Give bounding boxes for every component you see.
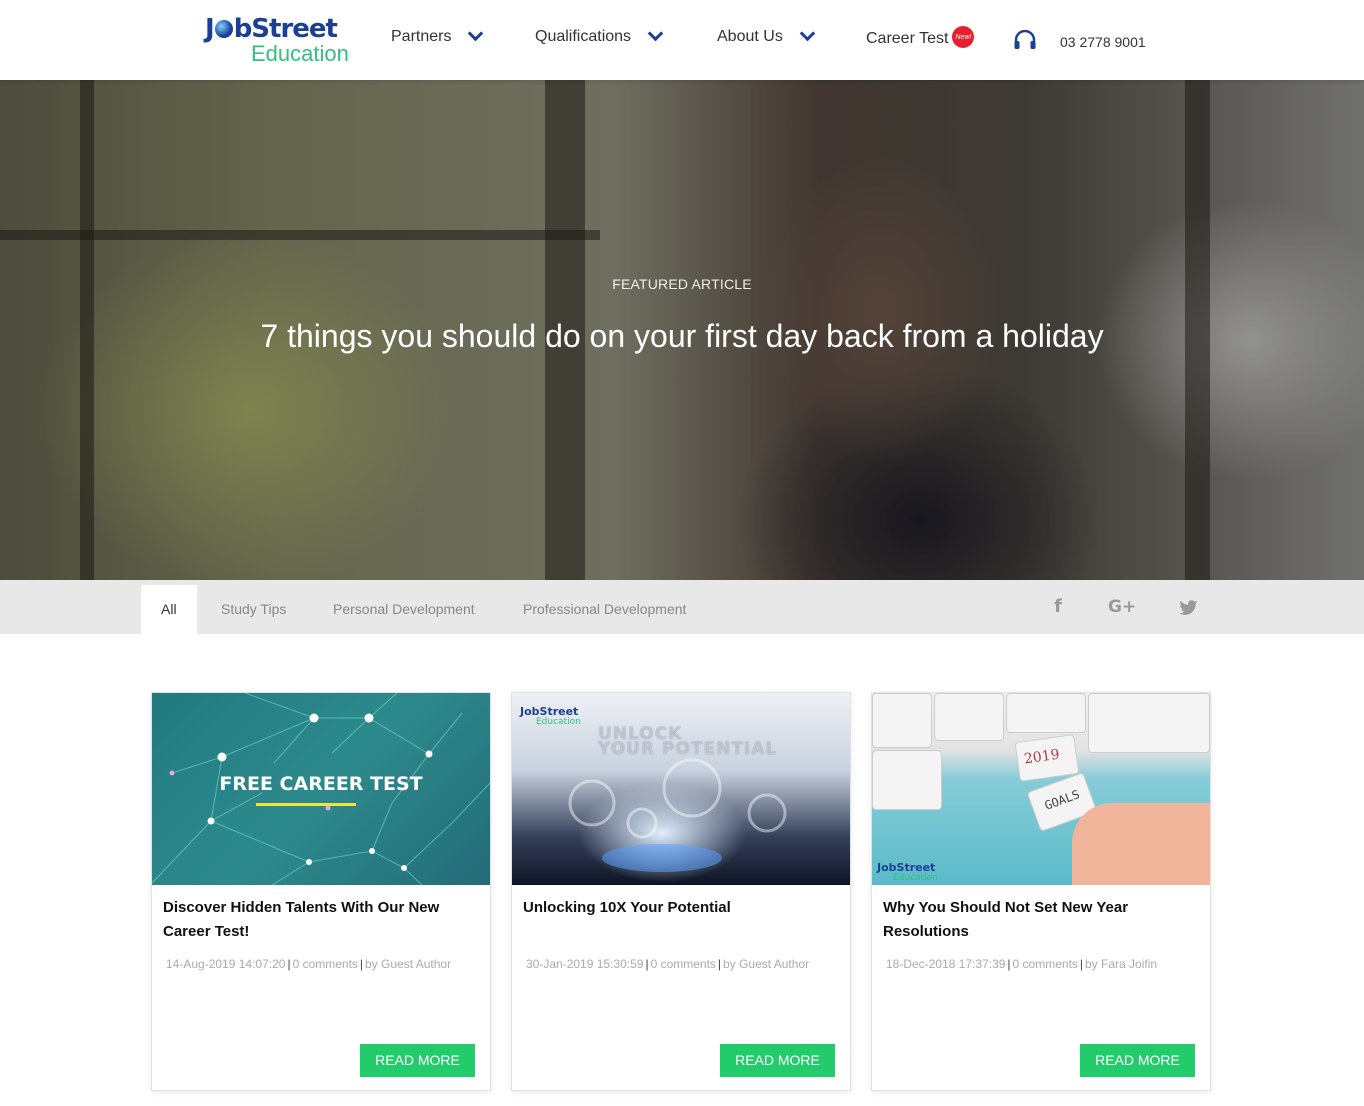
meta-divider: | bbox=[645, 957, 649, 971]
puzzle-piece bbox=[934, 693, 1004, 741]
phone-number[interactable]: 03 2778 9001 bbox=[1060, 34, 1146, 50]
nav-about-us[interactable]: About Us bbox=[717, 28, 813, 46]
thumbnail-heading: FREE CAREER TEST bbox=[219, 773, 423, 795]
article-comments[interactable]: 0 comments bbox=[293, 957, 358, 971]
article-thumbnail[interactable]: JobStreet Education UNLOCK YOUR POTENTIAL bbox=[512, 693, 850, 885]
puzzle-piece bbox=[1088, 693, 1210, 753]
chevron-down-icon bbox=[801, 28, 813, 40]
article-comments[interactable]: 0 comments bbox=[1013, 957, 1078, 971]
puzzle-piece bbox=[872, 750, 942, 810]
tab-all[interactable]: All bbox=[141, 585, 197, 634]
google-plus-icon[interactable]: G+ bbox=[1108, 596, 1136, 618]
article-author: by Guest Author bbox=[365, 957, 452, 971]
article-title[interactable]: Why You Should Not Set New Year Resoluti… bbox=[883, 896, 1201, 944]
article-author: by Fara Joifin bbox=[1085, 957, 1158, 971]
article-date: 18-Dec-2018 17:37:39 bbox=[886, 957, 1006, 971]
new-badge: New! bbox=[952, 26, 975, 48]
tab-study-tips[interactable]: Study Tips bbox=[221, 585, 286, 634]
puzzle-piece bbox=[872, 693, 932, 748]
nav-qualifications-label: Qualifications bbox=[535, 28, 632, 45]
site-header: JbStreet Education Partners Qualificatio… bbox=[0, 0, 1364, 80]
read-more-button[interactable]: READ MORE bbox=[720, 1044, 835, 1077]
meta-divider: | bbox=[1079, 957, 1084, 971]
article-card: JobStreet Education UNLOCK YOUR POTENTIAL… bbox=[511, 692, 851, 1091]
meta-divider: | bbox=[359, 957, 364, 971]
featured-article-title[interactable]: 7 things you should do on your first day… bbox=[0, 318, 1364, 355]
article-meta: 18-Dec-2018 17:37:39 | 0 comments | by Fara … bbox=[886, 957, 1157, 971]
article-date: 14-Aug-2019 14:07:20 bbox=[166, 957, 286, 971]
headset-icon[interactable] bbox=[1013, 30, 1037, 52]
tab-personal-development[interactable]: Personal Development bbox=[333, 585, 475, 634]
read-more-button[interactable]: READ MORE bbox=[360, 1044, 475, 1077]
featured-article-hero[interactable]: FEATURED ARTICLE 7 things you should do … bbox=[0, 80, 1364, 580]
thumbnail-logo: JobStreet Education bbox=[877, 861, 938, 883]
article-thumbnail[interactable]: FREE CAREER TEST bbox=[152, 693, 490, 885]
jobstreet-education-logo[interactable]: JbStreet Education bbox=[205, 15, 350, 65]
article-card: 2019 GOALS JobStreet Education Why You Sh… bbox=[871, 692, 1211, 1091]
gears-graphic bbox=[568, 758, 787, 872]
meta-divider: | bbox=[717, 957, 722, 971]
article-author: by Guest Author bbox=[723, 957, 810, 971]
facebook-icon[interactable]: f bbox=[1047, 596, 1069, 618]
nav-about-us-label: About Us bbox=[717, 28, 783, 45]
nav-partners[interactable]: Partners bbox=[391, 28, 481, 46]
hand-graphic bbox=[1072, 803, 1210, 885]
article-title[interactable]: Discover Hidden Talents With Our New Car… bbox=[163, 896, 481, 944]
nav-career-test[interactable]: Career Test New! bbox=[866, 26, 975, 48]
twitter-icon[interactable] bbox=[1177, 597, 1199, 619]
nav-qualifications[interactable]: Qualifications bbox=[535, 28, 661, 46]
meta-divider: | bbox=[287, 957, 291, 971]
nav-career-test-label: Career Test bbox=[866, 30, 949, 47]
chevron-down-icon bbox=[469, 28, 481, 40]
article-title[interactable]: Unlocking 10X Your Potential bbox=[523, 896, 841, 920]
logo-wordmark: JbStreet bbox=[205, 14, 338, 44]
article-date: 30-Jan-2019 15:30:59 bbox=[526, 957, 644, 971]
tab-professional-development[interactable]: Professional Development bbox=[523, 585, 686, 634]
nav-partners-label: Partners bbox=[391, 28, 452, 45]
read-more-button[interactable]: READ MORE bbox=[1080, 1044, 1195, 1077]
puzzle-piece bbox=[1006, 693, 1086, 733]
article-thumbnail[interactable]: 2019 GOALS JobStreet Education bbox=[872, 693, 1210, 885]
globe-icon bbox=[214, 20, 233, 38]
thumbnail-underline bbox=[256, 803, 356, 806]
chevron-down-icon bbox=[649, 28, 661, 40]
meta-divider: | bbox=[1007, 957, 1011, 971]
article-comments[interactable]: 0 comments bbox=[651, 957, 716, 971]
featured-article-label: FEATURED ARTICLE bbox=[612, 276, 752, 292]
logo-subtitle: Education bbox=[251, 41, 349, 66]
category-filter-bar: All Study Tips Personal Development Prof… bbox=[0, 580, 1364, 634]
article-meta: 30-Jan-2019 15:30:59 | 0 comments | by Guest… bbox=[526, 957, 809, 971]
article-card: FREE CAREER TEST Discover Hidden Talents… bbox=[151, 692, 491, 1091]
article-meta: 14-Aug-2019 14:07:20 | 0 comments | by Guest… bbox=[166, 957, 451, 971]
